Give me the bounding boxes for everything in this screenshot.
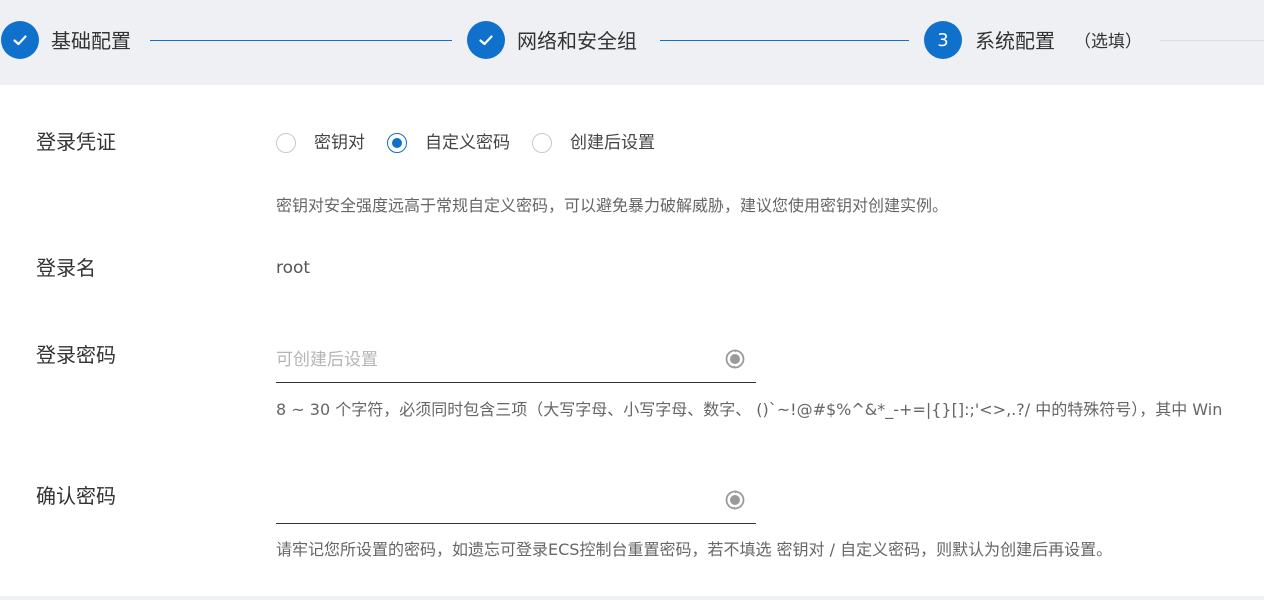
radio-set-after-creation-label[interactable]: 创建后设置 <box>570 129 655 157</box>
login-password-field <box>276 338 756 383</box>
step-3-number: 3 <box>924 21 962 59</box>
login-password-label: 登录密码 <box>36 343 116 367</box>
login-name-label: 登录名 <box>36 256 96 280</box>
page: 基础配置 网络和安全组 3 系统配置 （选填） 登录凭证 密钥对 自定义密码 创… <box>0 0 1264 600</box>
step-connector-1 <box>150 40 452 41</box>
confirm-password-refresh-icon[interactable] <box>724 489 746 511</box>
step-3-label: 系统配置 <box>975 29 1055 53</box>
radio-set-after-creation-circle[interactable] <box>532 133 552 153</box>
login-password-input[interactable] <box>276 338 696 382</box>
login-password-hint: 8 ~ 30 个字符，必须同时包含三项（大写字母、小写字母、数字、 ()`~!@… <box>276 400 1223 419</box>
radio-custom-password[interactable]: 自定义密码 <box>387 129 510 157</box>
radio-set-after-creation[interactable]: 创建后设置 <box>532 129 655 157</box>
step-1-label: 基础配置 <box>51 29 131 53</box>
radio-key-pair[interactable]: 密钥对 <box>276 129 365 157</box>
step-2-label: 网络和安全组 <box>517 29 637 53</box>
step-2-check-icon <box>467 21 505 59</box>
radio-custom-password-label[interactable]: 自定义密码 <box>425 129 510 157</box>
confirm-password-input[interactable] <box>276 479 696 523</box>
radio-key-pair-label[interactable]: 密钥对 <box>314 129 365 157</box>
confirm-password-field <box>276 479 756 524</box>
stepper: 基础配置 网络和安全组 3 系统配置 （选填） <box>0 0 1264 85</box>
radio-custom-password-circle[interactable] <box>387 133 407 153</box>
login-password-refresh-icon[interactable] <box>724 348 746 370</box>
bottom-divider <box>0 596 1264 600</box>
step-connector-2 <box>660 40 909 41</box>
step-3-optional-tag: （选填） <box>1074 32 1142 52</box>
confirm-password-label: 确认密码 <box>36 484 116 508</box>
step-1-check-icon <box>1 21 39 59</box>
login-credential-hint: 密钥对安全强度远高于常规自定义密码，可以避免暴力破解威胁，建议您使用密钥对创建实… <box>276 196 949 215</box>
radio-key-pair-circle[interactable] <box>276 133 296 153</box>
login-credential-radio-group: 密钥对 自定义密码 创建后设置 <box>276 129 677 157</box>
confirm-password-hint: 请牢记您所设置的密码，如遗忘可登录ECS控制台重置密码，若不填选 密钥对 / 自… <box>276 540 1113 559</box>
step-connector-3 <box>1160 40 1264 41</box>
login-credential-label: 登录凭证 <box>36 130 116 154</box>
login-name-value: root <box>276 258 311 278</box>
